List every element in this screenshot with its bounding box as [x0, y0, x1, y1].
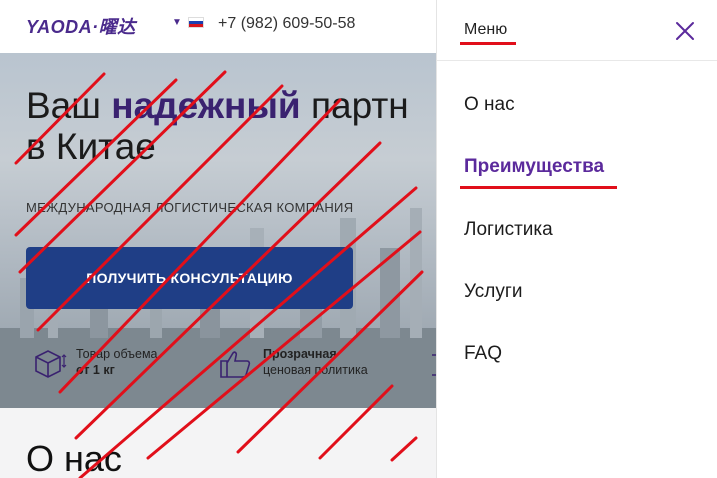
menu-item-about[interactable]: О нас [464, 94, 515, 116]
language-selector[interactable]: ▼ [172, 17, 204, 28]
hero-section: Ваш надежный партн в Китае МЕЖДУНАРОДНАЯ … [0, 53, 436, 408]
feature-line2: от 1 кг [76, 363, 115, 377]
navigation-menu: Меню О нас Преимущества Логистика Услуги… [436, 0, 717, 478]
about-section: О нас [0, 408, 436, 478]
russia-flag-icon [187, 17, 204, 28]
menu-item-services[interactable]: Услуги [464, 281, 522, 303]
menu-title: Меню [464, 21, 508, 38]
menu-item-logistics[interactable]: Логистика [464, 219, 553, 241]
site-header: YAODA·曜达 ▼ +7 (982) 609-50-58 [0, 0, 436, 53]
menu-item-advantages[interactable]: Преимущества [464, 156, 604, 178]
hero-tagline: МЕЖДУНАРОДНАЯ ЛОГИСТИЧЕСКАЯ КОМПАНИЯ [26, 200, 354, 215]
about-title: О нас [26, 438, 122, 478]
menu-title-underline [460, 42, 516, 45]
menu-header: Меню [437, 0, 717, 61]
feature-item: Товар объема от 1 кг [28, 343, 158, 383]
get-consultation-button[interactable]: ПОЛУЧИТЬ КОНСУЛЬТАЦИЮ [26, 247, 353, 309]
feature-line2: ценовая политика [263, 363, 368, 377]
close-icon[interactable] [673, 19, 697, 43]
menu-item-faq[interactable]: FAQ [464, 343, 502, 365]
chevron-down-icon: ▼ [172, 17, 182, 28]
feature-line1: Товар объема [76, 347, 158, 362]
feature-item: Прозрачная ценовая политика [215, 343, 368, 383]
feature-item-partial [428, 343, 436, 383]
feature-line1: Прозрачная [263, 347, 337, 362]
thumbs-up-icon [220, 351, 251, 378]
active-item-underline [460, 186, 617, 189]
phone-link[interactable]: +7 (982) 609-50-58 [218, 15, 355, 33]
hero-title: Ваш надежный партн в Китае [26, 85, 409, 167]
box-icon [35, 350, 67, 378]
feature-icon [432, 354, 436, 376]
brand-logo[interactable]: YAODA·曜达 [26, 13, 136, 39]
